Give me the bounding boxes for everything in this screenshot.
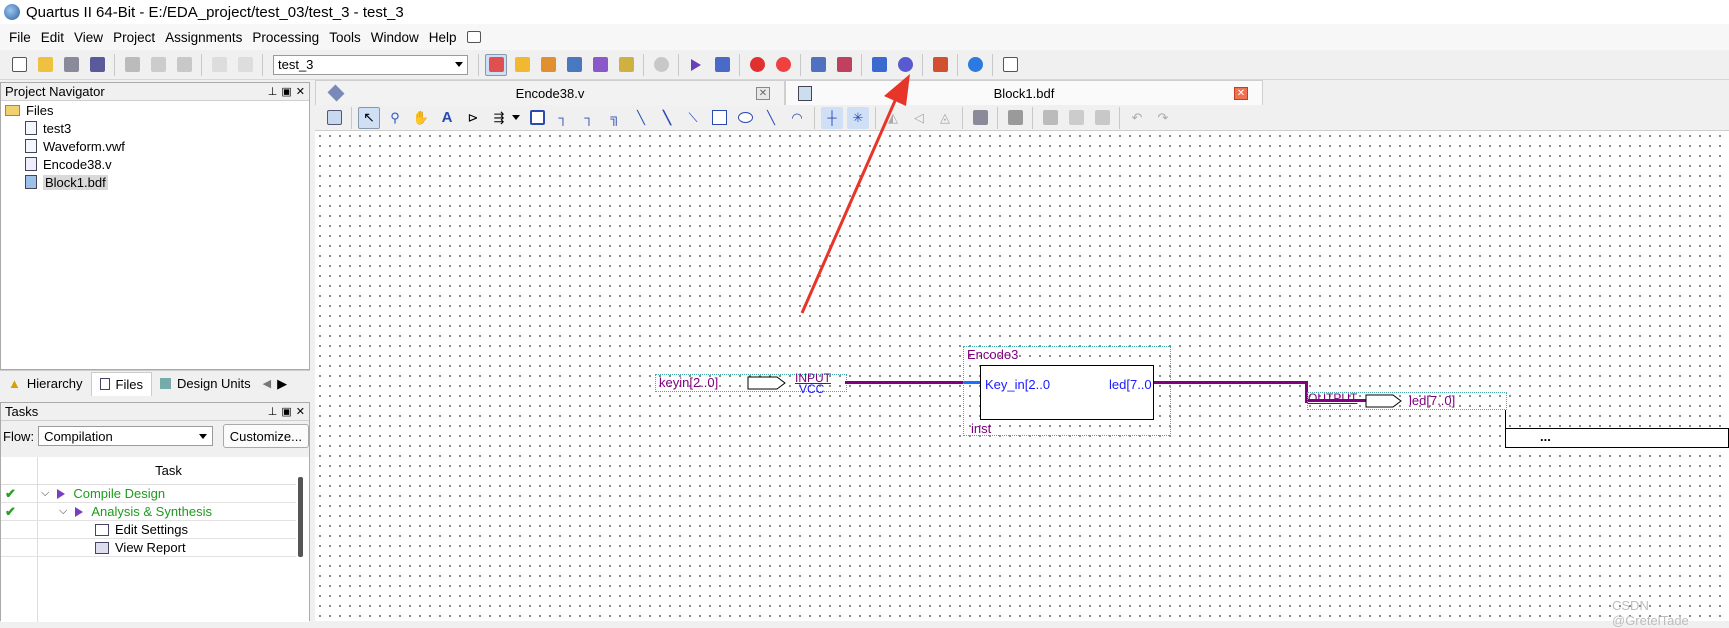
watermark: CSDN @GretelTade xyxy=(1612,598,1689,628)
annotation-arrow xyxy=(800,74,910,314)
